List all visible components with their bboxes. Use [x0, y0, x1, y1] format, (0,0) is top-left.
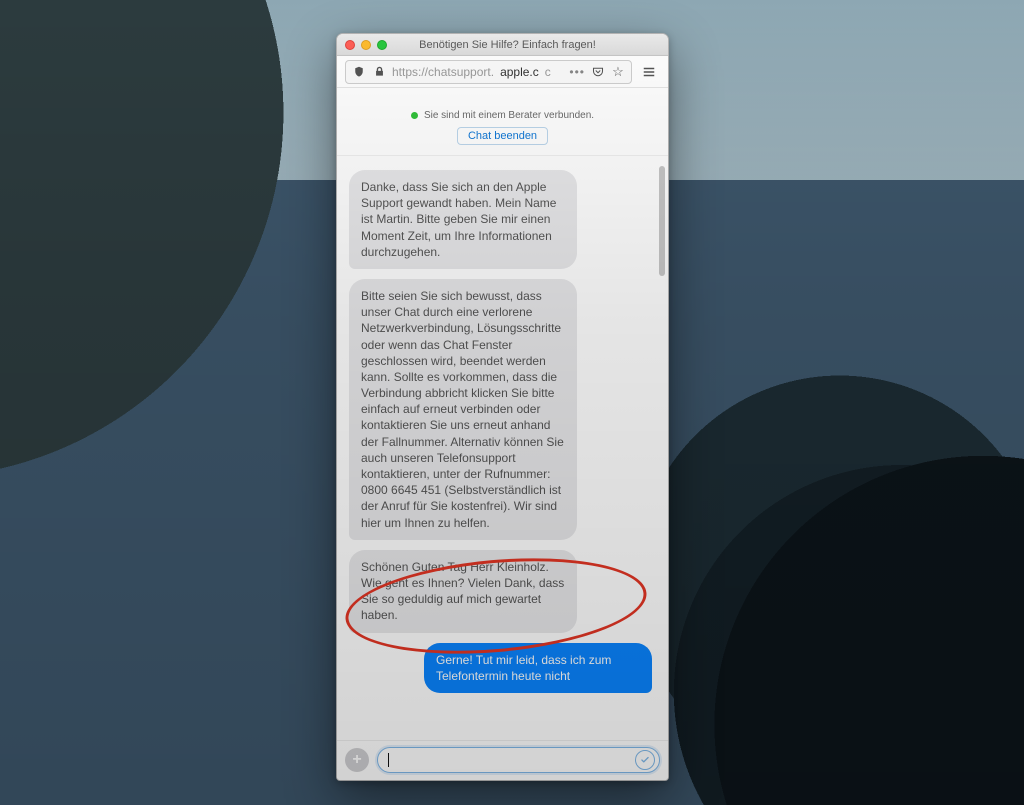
connection-status: Sie sind mit einem Berater verbunden.: [347, 110, 658, 121]
titlebar[interactable]: Benötigen Sie Hilfe? Einfach fragen!: [337, 34, 668, 56]
window-controls: [345, 40, 387, 50]
browser-window: Benötigen Sie Hilfe? Einfach fragen! htt…: [336, 33, 669, 781]
send-button[interactable]: [635, 750, 655, 770]
desktop-wallpaper: Benötigen Sie Hilfe? Einfach fragen! htt…: [0, 0, 1024, 805]
lock-icon: [372, 65, 386, 79]
message-input[interactable]: [377, 747, 660, 773]
hamburger-menu-icon[interactable]: [638, 61, 660, 83]
toolbar: https://chatsupport. apple.c c ••• ☆: [337, 56, 668, 88]
tracking-shield-icon[interactable]: [352, 65, 366, 79]
scrollbar-track[interactable]: [658, 160, 666, 736]
page-actions-ellipsis-icon[interactable]: •••: [569, 65, 585, 79]
chat-message-agent: Bitte seien Sie sich bewusst, dass unser…: [349, 279, 577, 540]
minimize-window-button[interactable]: [361, 40, 371, 50]
address-bar[interactable]: https://chatsupport. apple.c c ••• ☆: [345, 60, 632, 84]
online-dot-icon: [411, 112, 418, 119]
end-chat-button[interactable]: Chat beenden: [457, 127, 548, 145]
chat-message-user: Gerne! Tut mir leid, dass ich zum Telefo…: [424, 643, 652, 693]
url-domain: apple.c: [500, 65, 539, 79]
chat-header: Sie sind mit einem Berater verbunden. Ch…: [337, 88, 668, 156]
chat-message-agent: Schönen Guten Tag Herr Kleinholz. Wie ge…: [349, 550, 577, 633]
attach-button[interactable]: +: [345, 748, 369, 772]
message-composer: +: [337, 740, 668, 780]
text-cursor: [388, 753, 389, 767]
url-prefix: https://chatsupport.: [392, 65, 494, 79]
url-suffix: c: [545, 65, 551, 79]
connection-status-text: Sie sind mit einem Berater verbunden.: [424, 110, 594, 121]
window-title: Benötigen Sie Hilfe? Einfach fragen!: [395, 39, 660, 51]
bookmark-star-icon[interactable]: ☆: [611, 65, 625, 79]
chat-scroll-area[interactable]: Danke, dass Sie sich an den Apple Suppor…: [337, 156, 668, 740]
close-window-button[interactable]: [345, 40, 355, 50]
scrollbar-thumb[interactable]: [659, 166, 665, 276]
reader-pocket-icon[interactable]: [591, 65, 605, 79]
chat-message-agent: Danke, dass Sie sich an den Apple Suppor…: [349, 170, 577, 269]
chat-page: Sie sind mit einem Berater verbunden. Ch…: [337, 88, 668, 780]
zoom-window-button[interactable]: [377, 40, 387, 50]
